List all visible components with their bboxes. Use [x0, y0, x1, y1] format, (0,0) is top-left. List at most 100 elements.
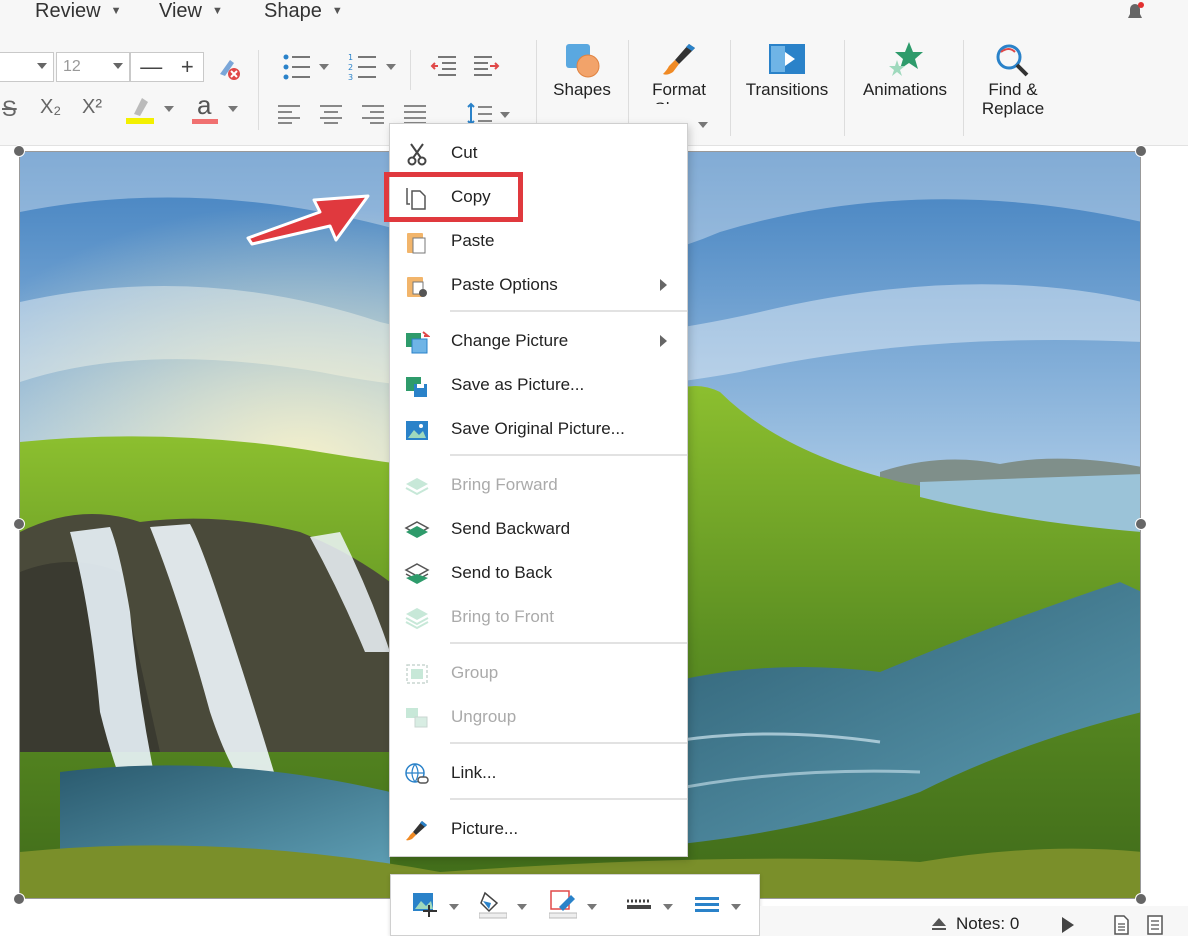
menu-item-label: Cut [451, 143, 478, 162]
ribbon-divider [730, 40, 731, 136]
menu-item-picture[interactable]: Picture... [390, 807, 687, 851]
transitions-button[interactable]: Transitions [744, 40, 830, 99]
chevron-down-icon: ▼ [110, 5, 122, 17]
play-slideshow-icon[interactable] [1060, 916, 1076, 934]
chevron-down-icon[interactable] [319, 64, 329, 70]
save-original-picture-icon [406, 421, 428, 440]
ribbon-divider [963, 40, 964, 136]
menu-view[interactable]: View ▼ [159, 0, 223, 22]
outline-pen-icon [548, 890, 578, 919]
chevron-down-icon [731, 904, 741, 910]
resize-handle-bottom-right[interactable] [1135, 893, 1147, 905]
menu-shape-label: Shape [264, 0, 322, 22]
menu-item-send-to-back[interactable]: Send to Back [390, 551, 687, 595]
menu-item-label: Save as Picture... [451, 375, 585, 394]
mini-line-weight-button[interactable] [693, 889, 745, 921]
decrease-size-button[interactable]: — [140, 54, 162, 80]
menu-item-bring-to-front: Bring to Front [390, 595, 687, 639]
paintbrush-icon [663, 44, 695, 75]
menu-item-paste[interactable]: Paste [390, 219, 687, 263]
find-replace-button[interactable]: Find & Replace [978, 42, 1048, 118]
menu-separator [450, 798, 687, 800]
animation-star-icon [889, 42, 923, 76]
chevron-down-icon: ▼ [331, 5, 343, 17]
superscript-button[interactable]: X² [82, 96, 102, 119]
menu-item-save-as-picture[interactable]: Save as Picture... [390, 363, 687, 407]
shapes-button[interactable]: Shapes [552, 40, 612, 99]
group-icon [406, 664, 428, 684]
numbered-list-icon[interactable]: 1 2 3 [348, 52, 378, 82]
menu-item-save-original-picture[interactable]: Save Original Picture... [390, 407, 687, 451]
mini-dash-style-button[interactable] [625, 889, 677, 921]
font-color-button[interactable]: a [197, 90, 211, 121]
mini-outline-button[interactable] [548, 889, 601, 921]
subscript-button[interactable]: X₂ [40, 96, 61, 119]
menu-bar: Review ▼ View ▼ Shape ▼ [0, 0, 1188, 24]
chevron-down-icon [587, 904, 597, 910]
chevron-down-icon: ▼ [212, 5, 223, 17]
menu-item-label: Change Picture [451, 331, 569, 350]
font-color-swatch [192, 119, 218, 124]
menu-review[interactable]: Review ▼ [35, 0, 121, 22]
ribbon-divider [258, 50, 259, 130]
strikethrough-button[interactable]: S [2, 96, 17, 122]
notification-bell-icon[interactable] [1124, 0, 1146, 22]
chevron-down-icon[interactable] [386, 64, 396, 70]
menu-separator [450, 642, 687, 644]
font-name-combo[interactable] [0, 52, 54, 82]
bring-to-front-icon [405, 608, 429, 630]
transitions-icon [769, 44, 805, 74]
outline-view-icon[interactable] [1146, 915, 1164, 935]
mini-fill-button[interactable] [478, 889, 531, 921]
menu-item-cut[interactable]: Cut [390, 131, 687, 175]
resize-handle-right[interactable] [1135, 518, 1147, 530]
find-replace-icon [996, 44, 1029, 77]
notes-count-label: Notes: 0 [956, 914, 1020, 933]
resize-handle-top-right[interactable] [1135, 145, 1147, 157]
menu-item-group: Group [390, 651, 687, 695]
font-size-stepper[interactable]: — + [130, 52, 204, 82]
animations-button[interactable]: Animations [860, 40, 950, 99]
submenu-arrow-icon [660, 279, 667, 291]
resize-handle-top-left[interactable] [13, 145, 25, 157]
font-size-combo[interactable]: 12 [56, 52, 130, 82]
notes-triangle-icon [932, 918, 946, 930]
menu-separator [450, 310, 687, 312]
resize-handle-bottom-left[interactable] [13, 893, 25, 905]
menu-item-label: Save Original Picture... [451, 419, 625, 438]
menu-item-link[interactable]: Link... [390, 751, 687, 795]
menu-item-label: Paste Options [451, 275, 558, 294]
align-center-icon[interactable] [320, 104, 344, 124]
format-shape-button[interactable]: Format Shape [640, 40, 718, 104]
copy-highlight-box [384, 172, 523, 222]
chevron-down-icon[interactable] [500, 112, 510, 118]
annotation-arrow-icon [246, 194, 370, 246]
menu-item-change-picture[interactable]: Change Picture [390, 319, 687, 363]
highlight-color-icon[interactable] [126, 94, 154, 126]
link-icon [405, 763, 429, 784]
resize-handle-left[interactable] [13, 518, 25, 530]
menu-shape[interactable]: Shape ▼ [264, 0, 343, 22]
bullet-list-icon[interactable] [282, 52, 312, 82]
chevron-down-icon[interactable] [164, 106, 174, 112]
mini-change-picture-button[interactable] [411, 889, 463, 921]
decrease-indent-icon[interactable] [430, 54, 458, 78]
menu-review-label: Review [35, 0, 101, 22]
menu-item-paste-options[interactable]: Paste Options [390, 263, 687, 307]
crop-picture-icon [413, 893, 437, 917]
ribbon-divider [536, 40, 537, 136]
format-shape-label: Format Shape [652, 80, 706, 104]
menu-item-send-backward[interactable]: Send Backward [390, 507, 687, 551]
align-left-icon[interactable] [278, 104, 302, 124]
normal-view-icon[interactable] [1112, 915, 1130, 935]
increase-indent-icon[interactable] [472, 54, 500, 78]
shapes-label: Shapes [553, 80, 611, 99]
increase-size-button[interactable]: + [181, 54, 194, 80]
notes-toggle[interactable]: Notes: 0 [930, 914, 1019, 934]
justify-icon[interactable] [404, 104, 428, 124]
align-right-icon[interactable] [362, 104, 386, 124]
send-to-back-icon [404, 563, 430, 584]
chevron-down-icon[interactable] [228, 106, 238, 112]
chevron-down-icon[interactable] [698, 122, 708, 128]
clear-formatting-icon[interactable] [214, 54, 242, 82]
